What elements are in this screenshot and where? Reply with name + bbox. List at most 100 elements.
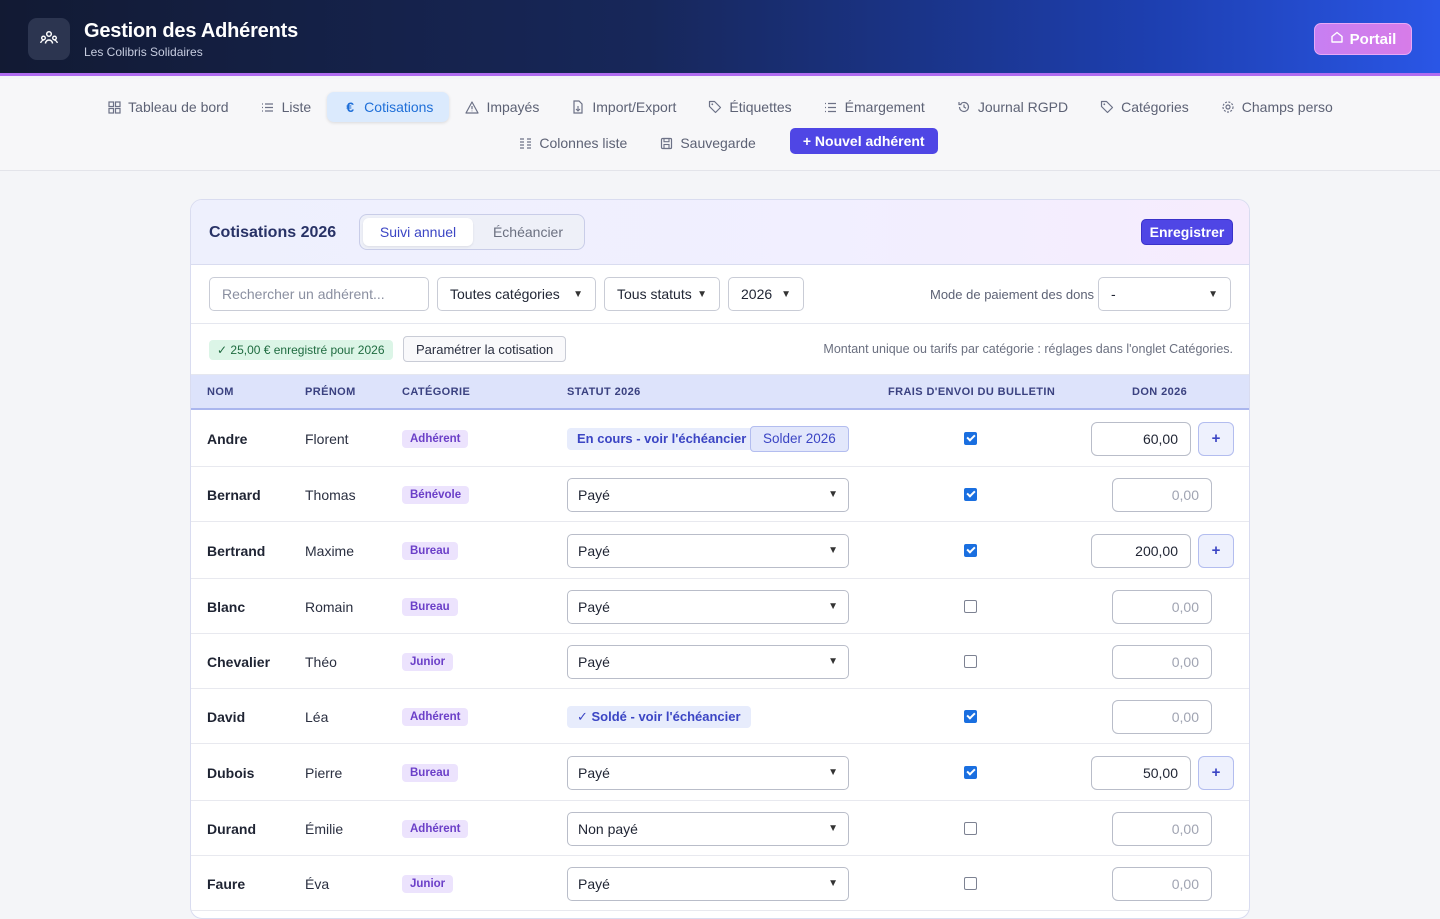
gear-icon (1221, 100, 1235, 114)
chevron-down-icon: ▼ (1208, 288, 1218, 300)
save-button[interactable]: Enregistrer (1141, 219, 1233, 245)
year-filter-select[interactable]: 2026 ▼ (728, 277, 804, 311)
nav-item-label: Émargement (844, 99, 925, 115)
status-select[interactable]: Payé ▼ (567, 755, 849, 790)
nav-item-impayes[interactable]: Impayés (449, 92, 555, 122)
shipping-fee-checkbox[interactable] (964, 431, 977, 445)
shipping-fee-checkbox[interactable] (964, 543, 977, 557)
category-badge: Bureau (402, 541, 458, 560)
nav-item-categories[interactable]: Catégories (1084, 92, 1205, 122)
nav-item-liste[interactable]: Liste (245, 92, 328, 122)
home-icon (1330, 30, 1344, 48)
nav-item-sauvegarde[interactable]: Sauvegarde (643, 128, 772, 158)
shipping-fee-checkbox[interactable] (964, 876, 977, 890)
users-group-icon (39, 28, 59, 51)
donation-input[interactable]: 0,00 (1112, 811, 1212, 846)
portal-button[interactable]: Portail (1314, 23, 1412, 55)
shipping-fee-checkbox[interactable] (964, 599, 977, 613)
configure-cotisation-button[interactable]: Paramétrer la cotisation (403, 336, 567, 362)
nav-item-emargement[interactable]: Émargement (808, 92, 941, 122)
nav-item-journal-rgpd[interactable]: Journal RGPD (941, 92, 1084, 122)
app-title: Gestion des Adhérents (84, 20, 298, 42)
shipping-fee-checkbox[interactable] (964, 487, 977, 501)
status-select[interactable]: Payé ▼ (567, 477, 849, 512)
settings-note: Montant unique ou tarifs par catégorie :… (823, 342, 1233, 356)
tag-icon (1100, 100, 1114, 114)
donation-input[interactable]: 0,00 (1112, 644, 1212, 679)
don-mode-value: - (1111, 286, 1116, 302)
member-last-name: Blanc (207, 598, 246, 615)
member-first-name: Romain (305, 598, 354, 615)
category-badge: Adhérent (402, 819, 469, 838)
category-badge: Junior (402, 652, 454, 671)
donation-input[interactable]: 0,00 (1112, 866, 1212, 901)
warning-icon (465, 100, 480, 114)
add-donation-button[interactable]: + (1198, 755, 1234, 790)
table-header: NOM PRÉNOM CATÉGORIE STATUT 2026 FRAIS D… (191, 375, 1249, 410)
member-first-name: Pierre (305, 764, 343, 781)
category-filter-select[interactable]: Toutes catégories ▼ (437, 277, 596, 311)
don-mode-select[interactable]: - ▼ (1098, 277, 1231, 311)
status-select[interactable]: Payé ▼ (567, 589, 849, 624)
schedule-status-link[interactable]: ✓ Soldé - voir l'échéancier (567, 705, 751, 728)
column-header-nom[interactable]: NOM (207, 386, 234, 398)
dashboard-icon (107, 100, 121, 114)
shipping-fee-checkbox[interactable] (964, 654, 977, 668)
member-first-name: Maxime (305, 542, 355, 559)
nav-item-champs-perso[interactable]: Champs perso (1205, 92, 1349, 122)
status-filter-value: Tous statuts (617, 286, 692, 302)
shipping-fee-checkbox[interactable] (964, 709, 977, 723)
cotisations-card: Cotisations 2026 Suivi annuel Échéancier… (190, 199, 1250, 919)
nav-item-tableau-de-bord[interactable]: Tableau de bord (91, 92, 244, 122)
main-navigation: Tableau de bord Liste € Cotisations Impayés I… (0, 79, 1440, 171)
donation-input[interactable]: 0,00 (1112, 699, 1212, 734)
don-mode-label: Mode de paiement des dons (930, 287, 1095, 302)
donation-input[interactable]: 60,00 (1091, 421, 1191, 456)
save-icon (659, 136, 673, 150)
status-select[interactable]: Payé ▼ (567, 533, 849, 568)
chevron-down-icon: ▼ (828, 545, 838, 556)
category-badge: Adhérent (402, 707, 469, 726)
member-last-name: Bertrand (207, 542, 266, 559)
donation-input[interactable]: 200,00 (1091, 533, 1191, 568)
category-badge: Junior (402, 874, 454, 893)
tab-schedule[interactable]: Échéancier (473, 218, 583, 246)
shipping-fee-checkbox[interactable] (964, 765, 977, 779)
table-row: Bernard Thomas Bénévole Payé ▼ 0,00 (191, 467, 1249, 522)
status-select[interactable]: Payé ▼ (567, 866, 849, 901)
tab-annual-tracking[interactable]: Suivi annuel (363, 218, 473, 246)
status-select[interactable]: Payé ▼ (567, 644, 849, 679)
chevron-down-icon: ▼ (828, 878, 838, 889)
settle-year-button[interactable]: Solder 2026 (750, 425, 849, 452)
shipping-fee-checkbox[interactable] (964, 821, 977, 835)
donation-input[interactable]: 50,00 (1091, 755, 1191, 790)
nav-item-label: Sauvegarde (680, 135, 756, 151)
nav-item-etiquettes[interactable]: Étiquettes (692, 92, 807, 122)
column-header-categorie[interactable]: CATÉGORIE (402, 386, 470, 398)
nav-item-label: Journal RGPD (977, 99, 1069, 115)
column-header-prenom[interactable]: PRÉNOM (305, 386, 356, 398)
cotisation-info-bar: ✓ 25,00 € enregistré pour 2026 Paramétre… (191, 324, 1249, 375)
search-input[interactable]: Rechercher un adhérent... (209, 277, 429, 311)
donation-input[interactable]: 0,00 (1112, 477, 1212, 512)
schedule-status-link[interactable]: En cours - voir l'échéancier (567, 427, 757, 450)
add-donation-button[interactable]: + (1198, 421, 1234, 456)
file-transfer-icon (571, 100, 585, 114)
category-badge: Bénévole (402, 485, 470, 504)
nav-item-import-export[interactable]: Import/Export (555, 92, 692, 122)
table-row: David Léa Adhérent ✓ Soldé - voir l'échéanc… (191, 689, 1249, 744)
nav-item-label: Tableau de bord (128, 99, 229, 115)
add-donation-button[interactable]: + (1198, 533, 1234, 568)
new-member-button[interactable]: + Nouvel adhérent (789, 128, 938, 154)
nav-item-cotisations[interactable]: € Cotisations (327, 92, 450, 122)
donation-input[interactable]: 0,00 (1112, 589, 1212, 624)
category-badge: Adhérent (402, 429, 469, 448)
nav-item-colonnes-liste[interactable]: Colonnes liste (502, 128, 643, 158)
status-filter-select[interactable]: Tous statuts ▼ (604, 277, 720, 311)
nav-item-label: Champs perso (1241, 99, 1333, 115)
member-last-name: Bernard (207, 486, 261, 503)
table-row: Bertrand Maxime Bureau Payé ▼ 200,00 + (191, 522, 1249, 579)
status-value: Payé (578, 486, 610, 503)
member-last-name: David (207, 708, 246, 725)
status-select[interactable]: Non payé ▼ (567, 811, 849, 846)
